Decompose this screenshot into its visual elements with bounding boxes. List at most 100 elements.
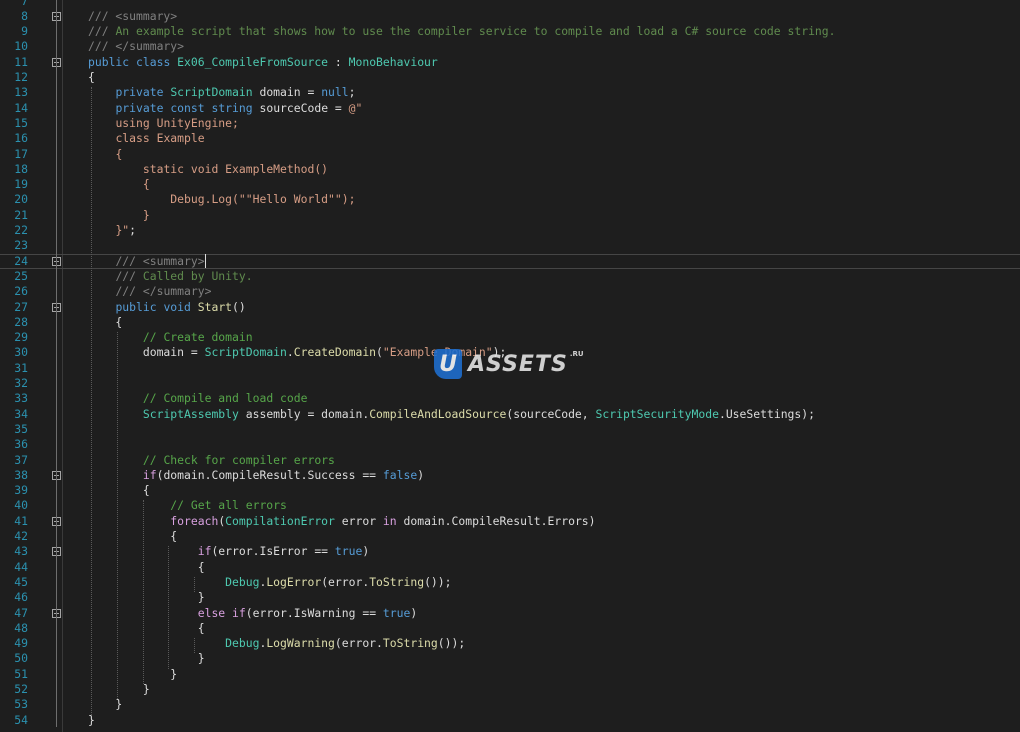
code-text: static void ExampleMethod() — [88, 162, 328, 177]
code-token: true — [334, 544, 363, 559]
line-number: 7 — [21, 0, 28, 8]
code-line[interactable]: 19 { — [0, 177, 1020, 192]
code-token: Debug.Log(""Hello World""); — [170, 192, 356, 207]
uassets-logo-domain: .RU — [569, 350, 584, 358]
code-line[interactable]: 11 public class Ex06_CompileFromSource : … — [0, 55, 1020, 70]
code-line[interactable]: 50 } — [0, 651, 1020, 666]
line-number: 11 — [14, 54, 28, 69]
code-line[interactable]: 15 using UnityEngine; — [0, 116, 1020, 131]
code-line[interactable]: 51 } — [0, 667, 1020, 682]
code-line[interactable]: 33 // Compile and load code — [0, 391, 1020, 406]
indent-guide — [194, 576, 196, 593]
code-token: if — [197, 544, 212, 559]
code-line[interactable]: 36 — [0, 437, 1020, 452]
code-line[interactable]: 34 ScriptAssembly assembly = domain.Comp… — [0, 407, 1020, 422]
code-line[interactable]: 18 static void ExampleMethod() — [0, 162, 1020, 177]
line-number: 10 — [14, 39, 28, 54]
line-number: 52 — [14, 682, 28, 696]
code-line[interactable]: 42 { — [0, 529, 1020, 544]
code-token: } — [88, 666, 178, 681]
code-line[interactable]: 12 { — [0, 70, 1020, 85]
code-line[interactable]: 22 }"; — [0, 223, 1020, 238]
line-number: 44 — [14, 559, 28, 574]
code-token: in — [382, 513, 397, 528]
code-line[interactable]: 28 { — [0, 315, 1020, 330]
code-line[interactable]: 43 if(error.IsError == true) — [0, 544, 1020, 559]
line-number: 51 — [14, 666, 28, 681]
line-number: 40 — [14, 498, 28, 513]
code-line[interactable]: 14 private const string sourceCode = @" — [0, 101, 1020, 116]
code-text: // Check for compiler errors — [88, 453, 335, 468]
code-token: ; — [129, 223, 137, 237]
code-text: { — [88, 560, 205, 575]
code-text: /// An example script that shows how to … — [88, 24, 836, 39]
code-line[interactable]: 27 public void Start() — [0, 300, 1020, 315]
code-line[interactable]: 21 } — [0, 208, 1020, 223]
line-number: 16 — [14, 131, 28, 146]
code-token: } — [142, 207, 150, 222]
code-line[interactable]: 20 Debug.Log(""Hello World""); — [0, 192, 1020, 207]
code-token: Debug — [225, 574, 260, 589]
code-text: // Compile and load code — [88, 391, 308, 406]
code-line[interactable]: 40 // Get all errors — [0, 498, 1020, 513]
code-token: { — [88, 559, 205, 574]
code-line[interactable]: 23 — [0, 238, 1020, 253]
code-token: (error. — [334, 636, 383, 651]
code-line[interactable]: 48 { — [0, 621, 1020, 636]
code-line[interactable]: 29 // Create domain — [0, 330, 1020, 345]
code-line[interactable]: 8 /// <summary> — [0, 9, 1020, 24]
code-token: ScriptDomain — [170, 85, 253, 100]
code-line[interactable]: 7 — [0, 0, 1020, 9]
code-line[interactable]: 9 /// An example script that shows how to… — [0, 24, 1020, 39]
code-token: { — [88, 483, 150, 498]
code-line[interactable]: 54} — [0, 713, 1020, 728]
code-line[interactable]: 13 private ScriptDomain domain = null; — [0, 85, 1020, 100]
code-token: public — [115, 299, 157, 314]
line-number: 9 — [21, 24, 28, 39]
code-token: { — [115, 146, 123, 161]
line-number: 38 — [14, 467, 28, 482]
code-line[interactable]: 46 } — [0, 590, 1020, 605]
code-token: An example script that shows how to use … — [115, 24, 836, 39]
line-number: 43 — [14, 544, 28, 559]
code-line[interactable]: 37 // Check for compiler errors — [0, 453, 1020, 468]
uassets-logo-text: ASSETS — [468, 351, 568, 377]
code-line[interactable]: 35 — [0, 422, 1020, 437]
line-number: 23 — [14, 238, 28, 253]
line-number: 29 — [14, 330, 28, 345]
code-line[interactable]: 39 { — [0, 483, 1020, 498]
code-text: } — [88, 651, 205, 666]
code-line[interactable]: 24 /// <summary> — [0, 254, 1020, 269]
code-line[interactable]: 52 } — [0, 682, 1020, 697]
uassets-logo-badge: U — [434, 349, 462, 379]
code-line[interactable]: 38 if(domain.CompileResult.Success == fa… — [0, 468, 1020, 483]
code-line[interactable]: 47 else if(error.IsWarning == true) — [0, 606, 1020, 621]
line-number: 27 — [14, 299, 28, 314]
code-line[interactable]: 49 Debug.LogWarning(error.ToString()); — [0, 636, 1020, 651]
code-line[interactable]: 44 { — [0, 560, 1020, 575]
code-text: { — [88, 315, 122, 330]
indent-guide — [116, 332, 118, 700]
line-number: 21 — [14, 207, 28, 222]
code-token: Debug — [225, 636, 260, 651]
code-token: /// — [88, 24, 116, 39]
code-token: } — [88, 682, 150, 696]
code-line[interactable]: 25 /// Called by Unity. — [0, 269, 1020, 284]
code-text: // Get all errors — [88, 498, 287, 513]
code-line[interactable]: 10 /// </summary> — [0, 39, 1020, 54]
code-line[interactable]: 41 foreach(CompilationError error in dom… — [0, 514, 1020, 529]
code-line[interactable]: 26 /// </summary> — [0, 284, 1020, 299]
code-text: class Example — [88, 131, 204, 146]
code-token: ) — [410, 605, 418, 620]
line-number: 25 — [14, 268, 28, 283]
code-line[interactable]: 45 Debug.LogError(error.ToString()); — [0, 575, 1020, 590]
code-line[interactable]: 16 class Example — [0, 131, 1020, 146]
code-token: (sourceCode, — [506, 406, 596, 421]
code-line[interactable]: 53 } — [0, 697, 1020, 712]
code-line[interactable]: 17 { — [0, 147, 1020, 162]
